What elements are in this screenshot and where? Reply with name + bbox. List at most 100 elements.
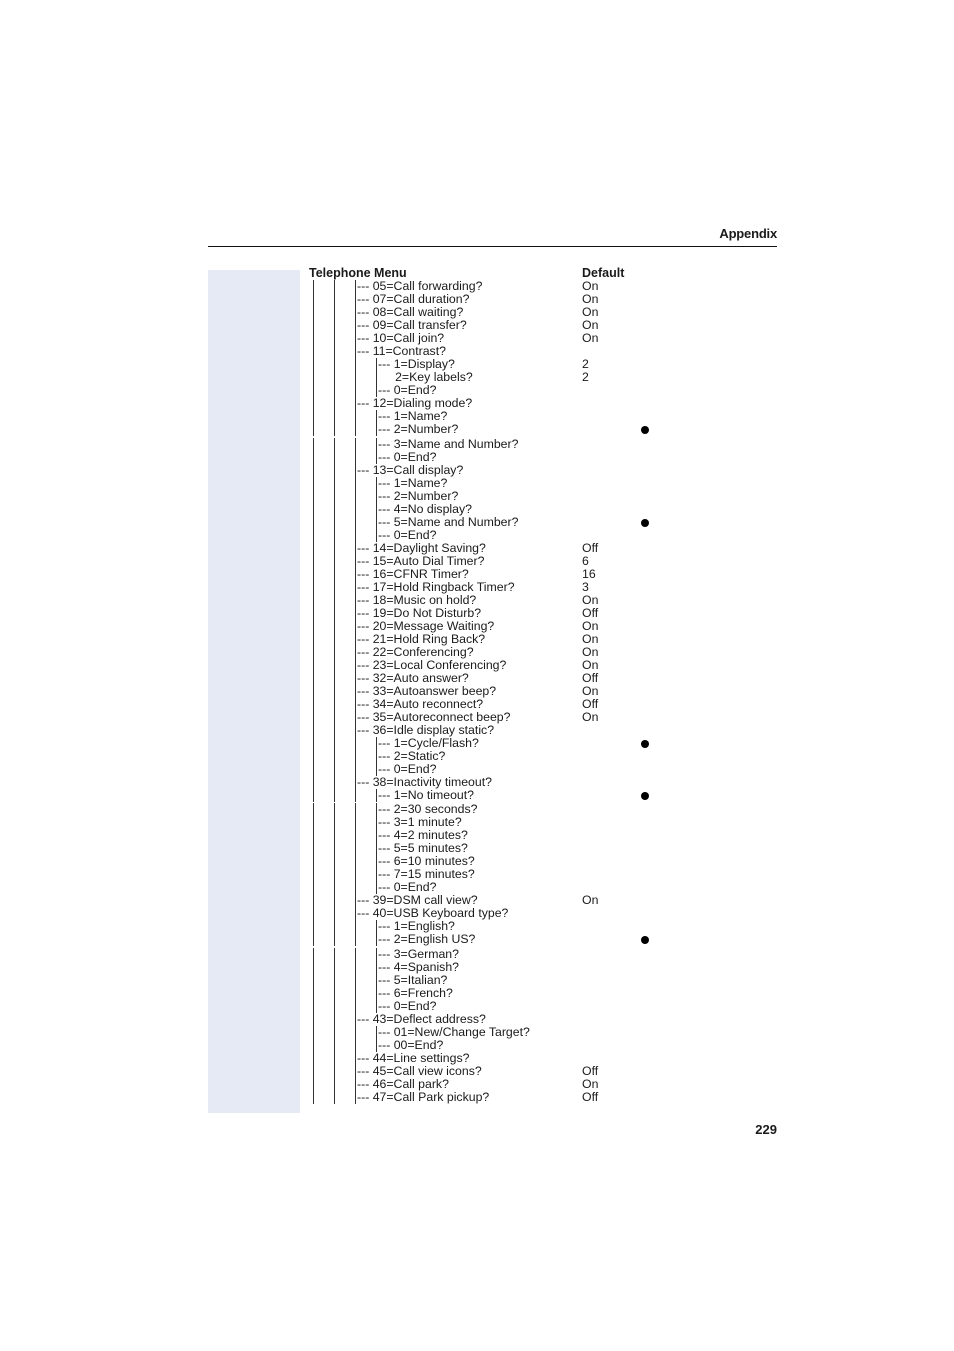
menu-item-label: --- 15=Auto Dial Timer? [357,553,485,568]
menu-row: --- 0=End? [309,450,669,464]
tree-line [376,502,377,516]
menu-row: --- 3=Name and Number? [309,436,669,451]
menu-row: --- 38=Inactivity timeout? [309,775,669,789]
menu-row: --- 01=New/Change Target? [309,1025,669,1039]
tree-line [313,973,314,987]
tree-line [313,567,314,581]
tree-line [355,710,356,724]
tree-line [376,437,377,451]
sidebar-margin [208,270,300,1113]
header-divider [208,246,777,247]
tree-line [355,437,356,451]
menu-row: --- 7=15 minutes? [309,868,669,882]
menu-row: --- 2=English US? [309,932,669,947]
tree-line [313,775,314,789]
menu-row: --- 6=10 minutes? [309,855,669,869]
menu-row: --- 2=30 seconds? [309,803,669,817]
tree-line [313,280,314,293]
tree-line [355,554,356,568]
tree-line [376,736,377,750]
menu-row: --- 2=Number? [309,423,669,436]
tree-line [355,645,356,659]
menu-row: --- 13=Call display? [309,463,669,477]
tree-line [313,960,314,974]
menu-row: --- 3=German? [309,947,669,961]
tree-line [313,920,314,934]
default-option-bullet-icon [641,936,649,945]
menu-row: --- 4=No display? [309,502,669,516]
menu-item-label: --- 3=Name and Number? [378,436,519,451]
tree-line [334,855,335,869]
tree-line [355,788,356,802]
tree-line [313,489,314,503]
menu-row: --- 17=Hold Ringback Timer? 3 [309,580,669,594]
default-value: 2 [582,370,589,384]
menu-item-label: --- 16=CFNR Timer? [357,566,469,581]
tree-line [355,999,356,1013]
tree-line [334,1025,335,1039]
menu-row: --- 4=Spanish? [309,960,669,974]
tree-line [355,920,356,934]
tree-line [313,749,314,763]
menu-row: --- 34=Auto reconnect? Off [309,697,669,711]
menu-item-label: --- 1=Name? [378,475,448,490]
menu-item-label: --- 5=Name and Number? [378,514,519,529]
tree-line [313,450,314,464]
tree-line [355,319,356,332]
tree-line [313,1012,314,1026]
tree-line [334,632,335,646]
default-value: On [582,657,599,672]
tree-line [355,749,356,763]
tree-line [313,999,314,1013]
tree-line [355,762,356,776]
tree-line [355,306,356,319]
tree-line [355,816,356,830]
tree-line [334,645,335,659]
menu-row: --- 5=5 minutes? [309,842,669,856]
tree-line [313,437,314,451]
default-option-bullet-icon [641,739,649,748]
tree-line [334,593,335,607]
default-value: 16 [582,566,596,581]
menu-row: --- 43=Deflect address? [309,1011,669,1026]
tree-line [313,723,314,737]
tree-line [313,816,314,830]
tree-line [313,423,314,436]
tree-line [334,293,335,306]
tree-line [355,371,356,384]
menu-row: --- 44=Line settings? [309,1051,669,1065]
tree-line [376,423,377,436]
tree-line [355,606,356,620]
tree-line [334,476,335,490]
tree-line [334,423,335,436]
tree-line [355,1012,356,1026]
tree-line [376,762,377,776]
tree-line [313,332,314,345]
tree-line [313,684,314,698]
default-option-bullet-icon [641,791,649,800]
menu-row: --- 6=French? [309,985,669,1000]
tree-line [355,829,356,843]
tree-line [355,502,356,516]
tree-line [355,463,356,477]
tree-line [313,803,314,817]
menu-row: --- 2=Static? [309,749,669,763]
tree-line [334,749,335,763]
tree-line [376,1025,377,1039]
tree-line [355,619,356,633]
menu-column-header: Telephone Menu [309,266,407,280]
tree-line [313,1038,314,1052]
tree-line [313,829,314,843]
tree-line [376,920,377,934]
tree-line [376,528,377,542]
tree-line [313,736,314,750]
tree-line [334,332,335,345]
default-value: 6 [582,553,589,568]
menu-item-label: --- 0=End? [378,761,437,776]
tree-line [313,410,314,423]
menu-row: --- 36=Idle display static? [309,723,669,737]
menu-item-label: --- 2=English US? [378,932,476,947]
menu-item-label: --- 6=French? [378,985,453,1000]
tree-line [313,868,314,882]
menu-item-label: --- 43=Deflect address? [357,1011,486,1026]
